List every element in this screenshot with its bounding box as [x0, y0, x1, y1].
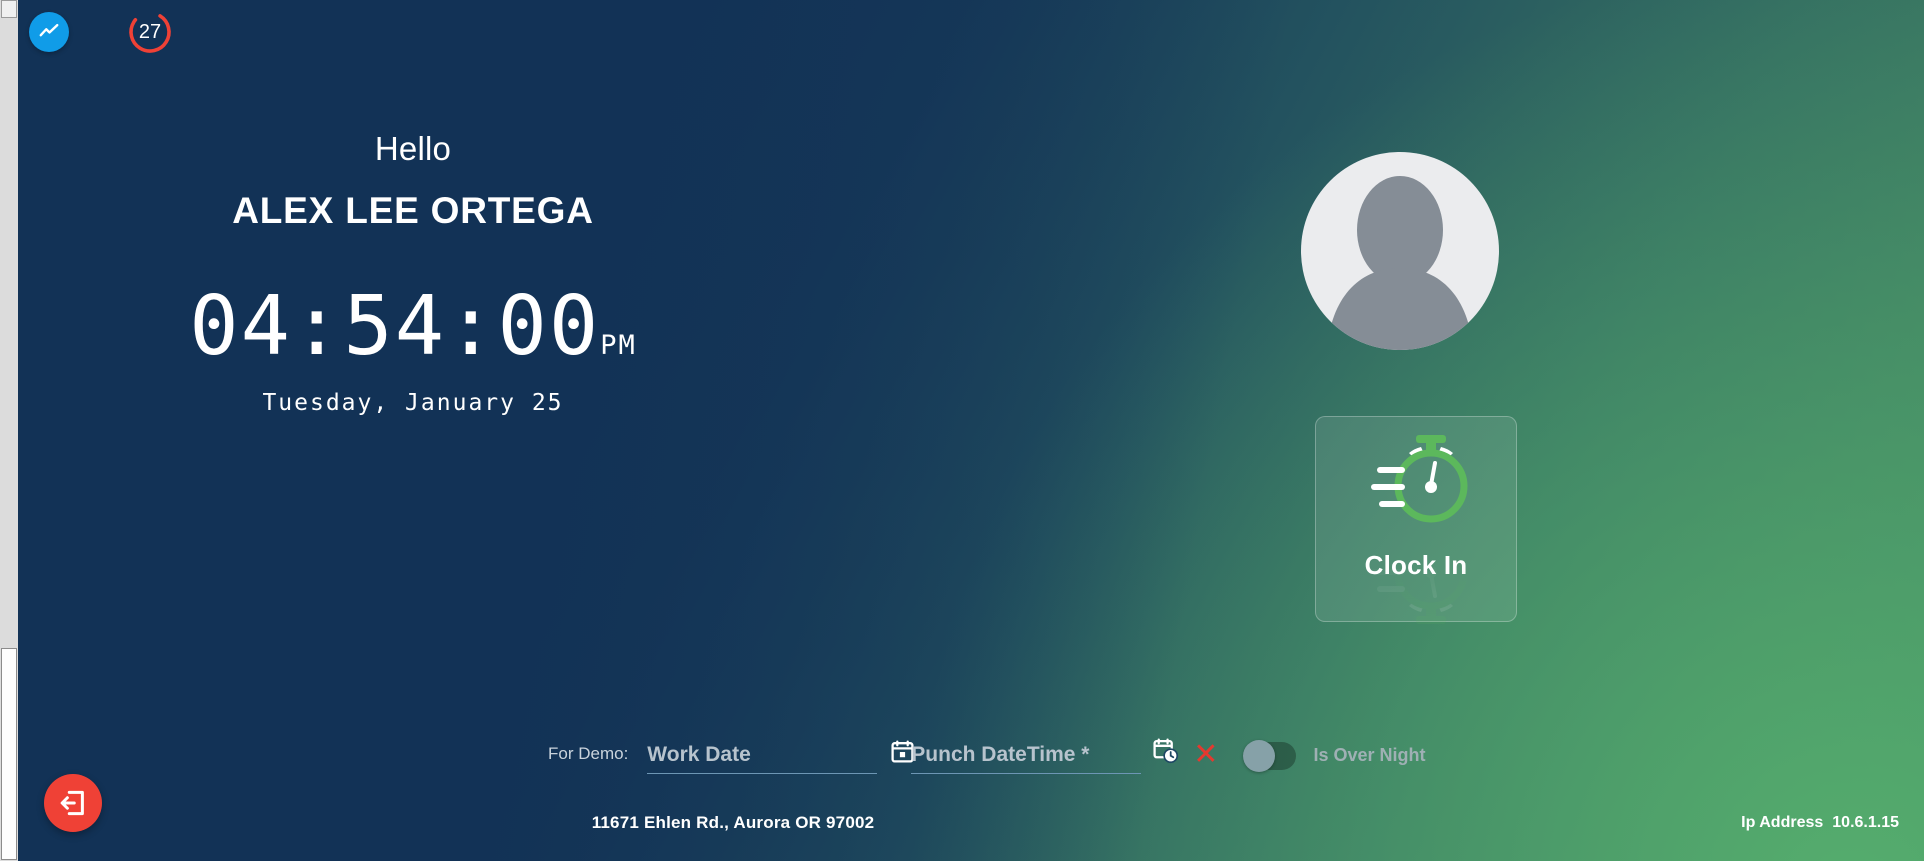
clock-in-button[interactable]: Clock In [1315, 416, 1517, 624]
clear-punch-icon[interactable]: ✕ [1193, 740, 1218, 774]
user-silhouette-icon [1327, 176, 1473, 350]
work-date-field[interactable]: Work Date [647, 740, 914, 774]
avatar [1301, 152, 1499, 350]
demo-form-row: For Demo: Work Date Punch DateTime * ✕ I… [548, 738, 1426, 774]
clock-in-label: Clock In [1364, 550, 1468, 580]
current-time-value: 04:54:00 [189, 279, 601, 374]
punch-datetime-placeholder: Punch DateTime * [911, 742, 1090, 766]
greeting-user-name: ALEX LEE ORTEGA [232, 190, 594, 232]
stopwatch-icon-wrap [1361, 431, 1471, 624]
current-time: 04:54:00PM [18, 286, 808, 368]
punch-datetime-field[interactable]: Punch DateTime * [911, 738, 1179, 774]
ip-address-block: Ip Address 10.6.1.15 [1741, 814, 1899, 832]
stopwatch-icon [1371, 435, 1468, 523]
timeclock-screen: 27 Hello ALEX LEE ORTEGA 04:54:00PM Tues… [18, 0, 1924, 861]
chart-line-icon-button[interactable] [29, 12, 69, 52]
is-over-night-label: Is Over Night [1313, 745, 1426, 765]
scrollbar-up-button[interactable] [1, 0, 17, 18]
ip-address-value: 10.6.1.15 [1832, 814, 1899, 831]
is-over-night-toggle[interactable] [1243, 740, 1297, 772]
greeting-salutation: Hello [374, 130, 452, 167]
ip-address-label: Ip Address [1741, 814, 1824, 831]
current-time-meridiem: PM [600, 330, 637, 361]
scrollbar-thumb[interactable] [1, 648, 17, 860]
notification-count-value: 27 [138, 21, 162, 43]
greeting-block: Hello ALEX LEE ORTEGA [18, 130, 808, 232]
calendar-clock-icon[interactable] [1152, 737, 1179, 769]
page-scrollbar[interactable] [0, 0, 18, 861]
current-date: Tuesday, January 25 [262, 390, 564, 416]
site-address: 11671 Ehlen Rd., Aurora OR 97002 [591, 813, 875, 832]
work-date-placeholder: Work Date [647, 742, 751, 766]
toggle-knob [1243, 740, 1276, 772]
clock-block: 04:54:00PM Tuesday, January 25 [18, 286, 808, 415]
chart-line-icon [39, 23, 59, 37]
notification-count-badge[interactable]: 27 [126, 8, 174, 56]
demo-prefix-label: For Demo: [548, 744, 629, 763]
